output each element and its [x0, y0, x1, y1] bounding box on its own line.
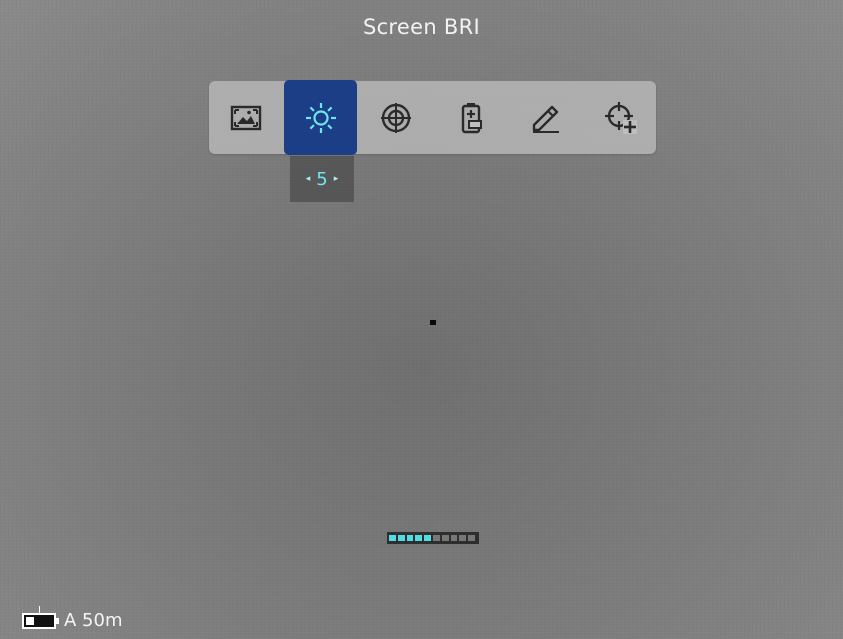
battery-settings-icon — [461, 102, 482, 133]
level-segment — [415, 535, 423, 541]
menu-item-image-mode[interactable] — [209, 81, 282, 154]
thermal-viewport: Screen BRI ◂ 5 ▸ A 50m — [0, 0, 843, 639]
image-frame-icon — [230, 105, 261, 130]
menu-item-measure[interactable] — [509, 81, 582, 154]
quick-menu-bar — [209, 80, 657, 155]
menu-item-reticle[interactable] — [359, 81, 432, 154]
battery-icon — [22, 605, 59, 629]
increase-arrow-icon[interactable]: ▸ — [334, 174, 339, 184]
ruler-pencil-icon — [532, 105, 559, 133]
level-segment — [432, 535, 440, 541]
level-segment — [468, 535, 475, 541]
level-segment — [459, 535, 467, 541]
level-segment — [450, 535, 458, 541]
mode-label: A 50m — [64, 610, 123, 631]
level-segment — [406, 535, 414, 541]
decrease-arrow-icon[interactable]: ◂ — [306, 174, 311, 184]
center-reticle-dot — [430, 320, 436, 325]
level-segment — [441, 535, 449, 541]
status-bar: A 50m — [22, 605, 123, 631]
menu-item-crosshair-add[interactable] — [584, 81, 657, 154]
level-segment — [424, 535, 431, 541]
battery-fill — [26, 616, 34, 625]
battery-marker — [39, 605, 40, 613]
menu-item-battery-settings[interactable] — [434, 81, 507, 154]
screen-title: Screen BRI — [362, 15, 481, 39]
target-reticle-icon — [380, 102, 411, 133]
menu-item-brightness[interactable] — [284, 80, 357, 155]
brightness-value-selector[interactable]: ◂ 5 ▸ — [290, 156, 354, 202]
brightness-level-bar — [387, 532, 479, 544]
battery-tip — [56, 617, 59, 624]
brightness-value: 5 — [316, 168, 328, 190]
level-segment — [397, 535, 405, 541]
sun-brightness-icon — [305, 102, 336, 133]
level-segment — [389, 535, 396, 541]
crosshair-plus-icon — [604, 101, 637, 134]
